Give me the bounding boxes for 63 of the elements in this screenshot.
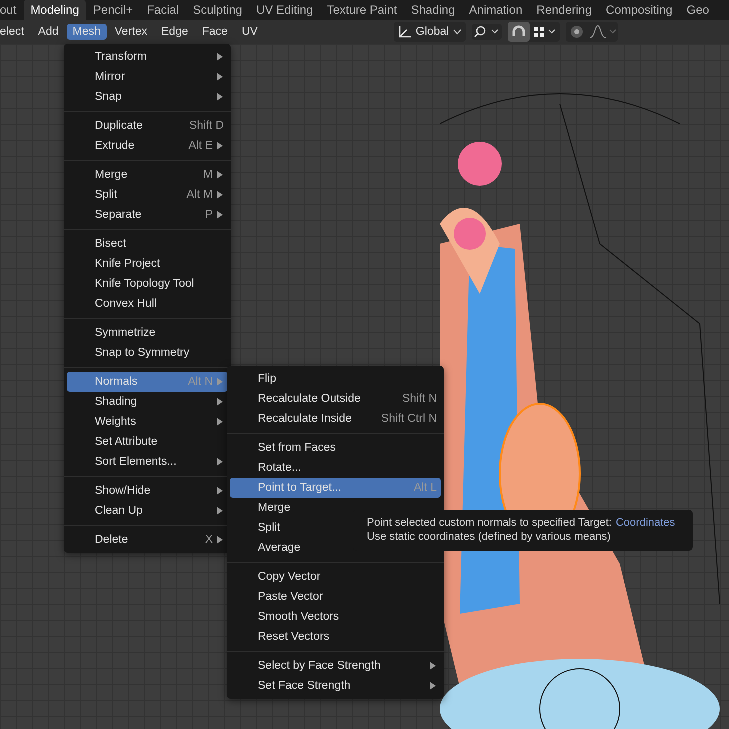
workspace-tab[interactable]: Shading bbox=[404, 0, 462, 20]
header-menu[interactable]: Face bbox=[196, 24, 234, 40]
menu-item[interactable]: Show/Hide bbox=[67, 481, 228, 501]
menu-item[interactable]: Shading bbox=[67, 392, 228, 412]
header-menu[interactable]: Edge bbox=[156, 24, 194, 40]
workspace-tab[interactable]: Texture Paint bbox=[320, 0, 404, 20]
menu-item[interactable]: Sort Elements... bbox=[67, 452, 228, 472]
header-menu[interactable]: elect bbox=[0, 24, 30, 40]
tooltip-text: Point selected custom normals to specified Target: Coordinates bbox=[367, 516, 676, 530]
workspace-tab[interactable]: Pencil+ bbox=[86, 0, 140, 20]
workspace-tab[interactable]: Modeling bbox=[24, 0, 86, 20]
menu-item[interactable]: Duplicate Shift D bbox=[67, 116, 228, 136]
3d-viewport[interactable] bbox=[0, 44, 729, 729]
menu-item[interactable]: Snap bbox=[67, 87, 228, 107]
menu-item[interactable]: Set Face Strength bbox=[230, 676, 441, 696]
menu-item[interactable]: Mirror bbox=[67, 67, 228, 87]
menu-item[interactable]: Delete X bbox=[67, 530, 228, 550]
menu-item[interactable]: Point to Target... Alt L bbox=[230, 478, 441, 498]
orientation-dropdown[interactable]: Global bbox=[394, 22, 466, 42]
menu-item[interactable]: Recalculate Inside Shift Ctrl N bbox=[230, 409, 441, 429]
workspace-tab[interactable]: Animation bbox=[462, 0, 530, 20]
menu-item[interactable]: Set Attribute bbox=[67, 432, 228, 452]
falloff-curve-icon[interactable] bbox=[588, 24, 618, 40]
menu-item[interactable]: Extrude Alt E bbox=[67, 136, 228, 156]
menu-item[interactable]: Set from Faces bbox=[230, 438, 441, 458]
menu-item[interactable]: Rotate... bbox=[230, 458, 441, 478]
menu-item[interactable]: Convex Hull bbox=[67, 294, 228, 314]
menu-item[interactable]: Flip bbox=[230, 369, 441, 389]
header-menu[interactable]: Vertex bbox=[108, 24, 154, 40]
menu-item[interactable]: Clean Up bbox=[67, 501, 228, 521]
workspace-tab[interactable]: out bbox=[0, 0, 24, 20]
menu-item[interactable]: Weights bbox=[67, 412, 228, 432]
menu-item[interactable]: Bisect bbox=[67, 234, 228, 254]
orientation-value: Global bbox=[416, 26, 450, 38]
workspace-tab[interactable]: Sculpting bbox=[186, 0, 250, 20]
workspace-tab[interactable]: Geo bbox=[680, 0, 716, 20]
menu-item[interactable]: Merge bbox=[230, 498, 441, 518]
workspace-tab[interactable]: Compositing bbox=[599, 0, 680, 20]
menu-item[interactable]: Snap to Symmetry bbox=[67, 343, 228, 363]
menu-item[interactable]: Symmetrize bbox=[67, 323, 228, 343]
menu-item[interactable]: Normals Alt N bbox=[67, 372, 228, 392]
menu-item[interactable]: Transform bbox=[67, 47, 228, 67]
menu-item[interactable]: Knife Topology Tool bbox=[67, 274, 228, 294]
menu-item[interactable]: Recalculate Outside Shift N bbox=[230, 389, 441, 409]
header-menu[interactable]: UV bbox=[236, 24, 264, 40]
menu-item[interactable]: Select by Face Strength bbox=[230, 656, 441, 676]
workspace-tab[interactable]: Rendering bbox=[530, 0, 600, 20]
axes-icon bbox=[398, 25, 412, 39]
menu-item[interactable]: Paste Vector bbox=[230, 587, 441, 607]
tooltip-detail: Use static coordinates (defined by various means) bbox=[367, 530, 611, 544]
menu-item[interactable]: Knife Project bbox=[67, 254, 228, 274]
menu-item[interactable]: Separate P bbox=[67, 205, 228, 225]
workspace-tab[interactable]: UV Editing bbox=[249, 0, 320, 20]
chevron-icon bbox=[453, 29, 462, 35]
header-menu[interactable]: Mesh bbox=[66, 24, 107, 40]
snap-toggle[interactable] bbox=[508, 22, 530, 42]
header-menu[interactable]: Add bbox=[32, 24, 65, 40]
menu-item[interactable]: Merge M bbox=[67, 165, 228, 185]
workspace-tab[interactable]: Facial bbox=[140, 0, 186, 20]
menu-item[interactable]: Smooth Vectors bbox=[230, 607, 441, 627]
menu-item[interactable]: Split Alt M bbox=[67, 185, 228, 205]
menu-item[interactable]: Copy Vector bbox=[230, 567, 441, 587]
menu-item[interactable]: Reset Vectors bbox=[230, 627, 441, 647]
